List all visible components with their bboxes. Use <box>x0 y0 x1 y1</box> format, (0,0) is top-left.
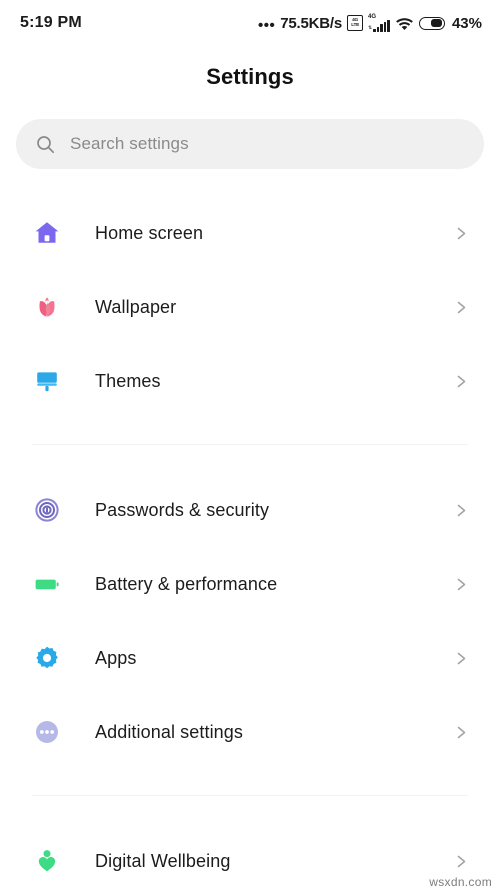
chevron-right-icon <box>455 578 468 591</box>
battery-icon <box>418 16 445 30</box>
chevron-right-icon <box>455 504 468 517</box>
chevron-right-icon <box>455 726 468 739</box>
chevron-right-icon <box>455 652 468 665</box>
settings-item-label: Apps <box>95 647 137 668</box>
notification-dots-icon: ••• <box>257 16 276 34</box>
signal-bar-1 <box>376 26 380 32</box>
wifi-icon <box>395 16 414 31</box>
settings-item-passwords-security[interactable]: Passwords & security <box>0 473 500 547</box>
watermark: wsxdn.com <box>429 875 492 889</box>
chevron-right-icon <box>455 855 468 868</box>
signal-bar-2 <box>380 23 383 32</box>
settings-item-label: Digital Wellbeing <box>95 850 231 871</box>
signal-bar-3 <box>383 21 387 32</box>
chevron-right-icon <box>455 301 468 314</box>
battery-fill <box>431 19 443 27</box>
settings-item-label: Additional settings <box>95 721 243 742</box>
settings-group-system: Passwords & security Battery & performan… <box>0 473 500 769</box>
volte-icon-bottom-label: LTE <box>351 22 359 28</box>
paint-brush-icon <box>30 364 64 398</box>
settings-screen: 5:19 PM ••• 75.5KB/s 4G LTE 4G ⇅ 43% Set… <box>0 0 500 893</box>
search-settings-bar[interactable]: Search settings <box>16 119 484 169</box>
settings-group-personalization: Home screen Wallpaper Themes <box>0 196 500 418</box>
signal-bar-4 <box>387 19 390 32</box>
signal-bars-icon: 4G ⇅ <box>368 13 390 32</box>
home-icon <box>30 216 64 250</box>
search-icon <box>36 135 55 154</box>
settings-item-home-screen[interactable]: Home screen <box>0 196 500 270</box>
settings-item-label: Passwords & security <box>95 499 270 520</box>
page-title: Settings <box>206 64 294 89</box>
signal-network-label: 4G <box>368 13 377 20</box>
settings-item-wallpaper[interactable]: Wallpaper <box>0 270 500 344</box>
status-bar: 5:19 PM ••• 75.5KB/s 4G LTE 4G ⇅ 43% <box>0 0 500 46</box>
settings-group-wellbeing: Digital Wellbeing <box>0 824 500 893</box>
settings-item-label: Battery & performance <box>95 573 278 594</box>
chevron-right-icon <box>455 227 468 240</box>
settings-item-label: Home screen <box>95 222 204 243</box>
battery-icon <box>30 567 64 601</box>
status-clock: 5:19 PM <box>20 14 82 31</box>
status-indicators: ••• 75.5KB/s 4G LTE 4G ⇅ 43% <box>257 13 482 34</box>
settings-item-label: Themes <box>95 370 161 391</box>
settings-item-apps[interactable]: Apps <box>0 621 500 695</box>
settings-item-digital-wellbeing[interactable]: Digital Wellbeing <box>0 824 500 893</box>
more-dots-icon <box>30 715 64 749</box>
settings-list: Home screen Wallpaper Themes Passwords &… <box>0 196 500 893</box>
settings-item-themes[interactable]: Themes <box>0 344 500 418</box>
chevron-right-icon <box>455 375 468 388</box>
settings-item-additional-settings[interactable]: Additional settings <box>0 695 500 769</box>
person-heart-icon <box>30 844 64 878</box>
fingerprint-icon <box>30 493 64 527</box>
battery-percent-label: 43% <box>451 14 482 32</box>
network-speed-label: 75.5KB/s <box>280 14 342 32</box>
search-input[interactable]: Search settings <box>70 134 189 154</box>
data-arrows-icon: ⇅ <box>368 24 373 31</box>
settings-item-label: Wallpaper <box>95 296 177 317</box>
signal-bar-0 <box>373 28 376 32</box>
flower-icon <box>30 290 64 324</box>
gear-icon <box>30 641 64 675</box>
settings-item-battery-performance[interactable]: Battery & performance <box>0 547 500 621</box>
volte-icon: 4G LTE <box>347 15 363 31</box>
